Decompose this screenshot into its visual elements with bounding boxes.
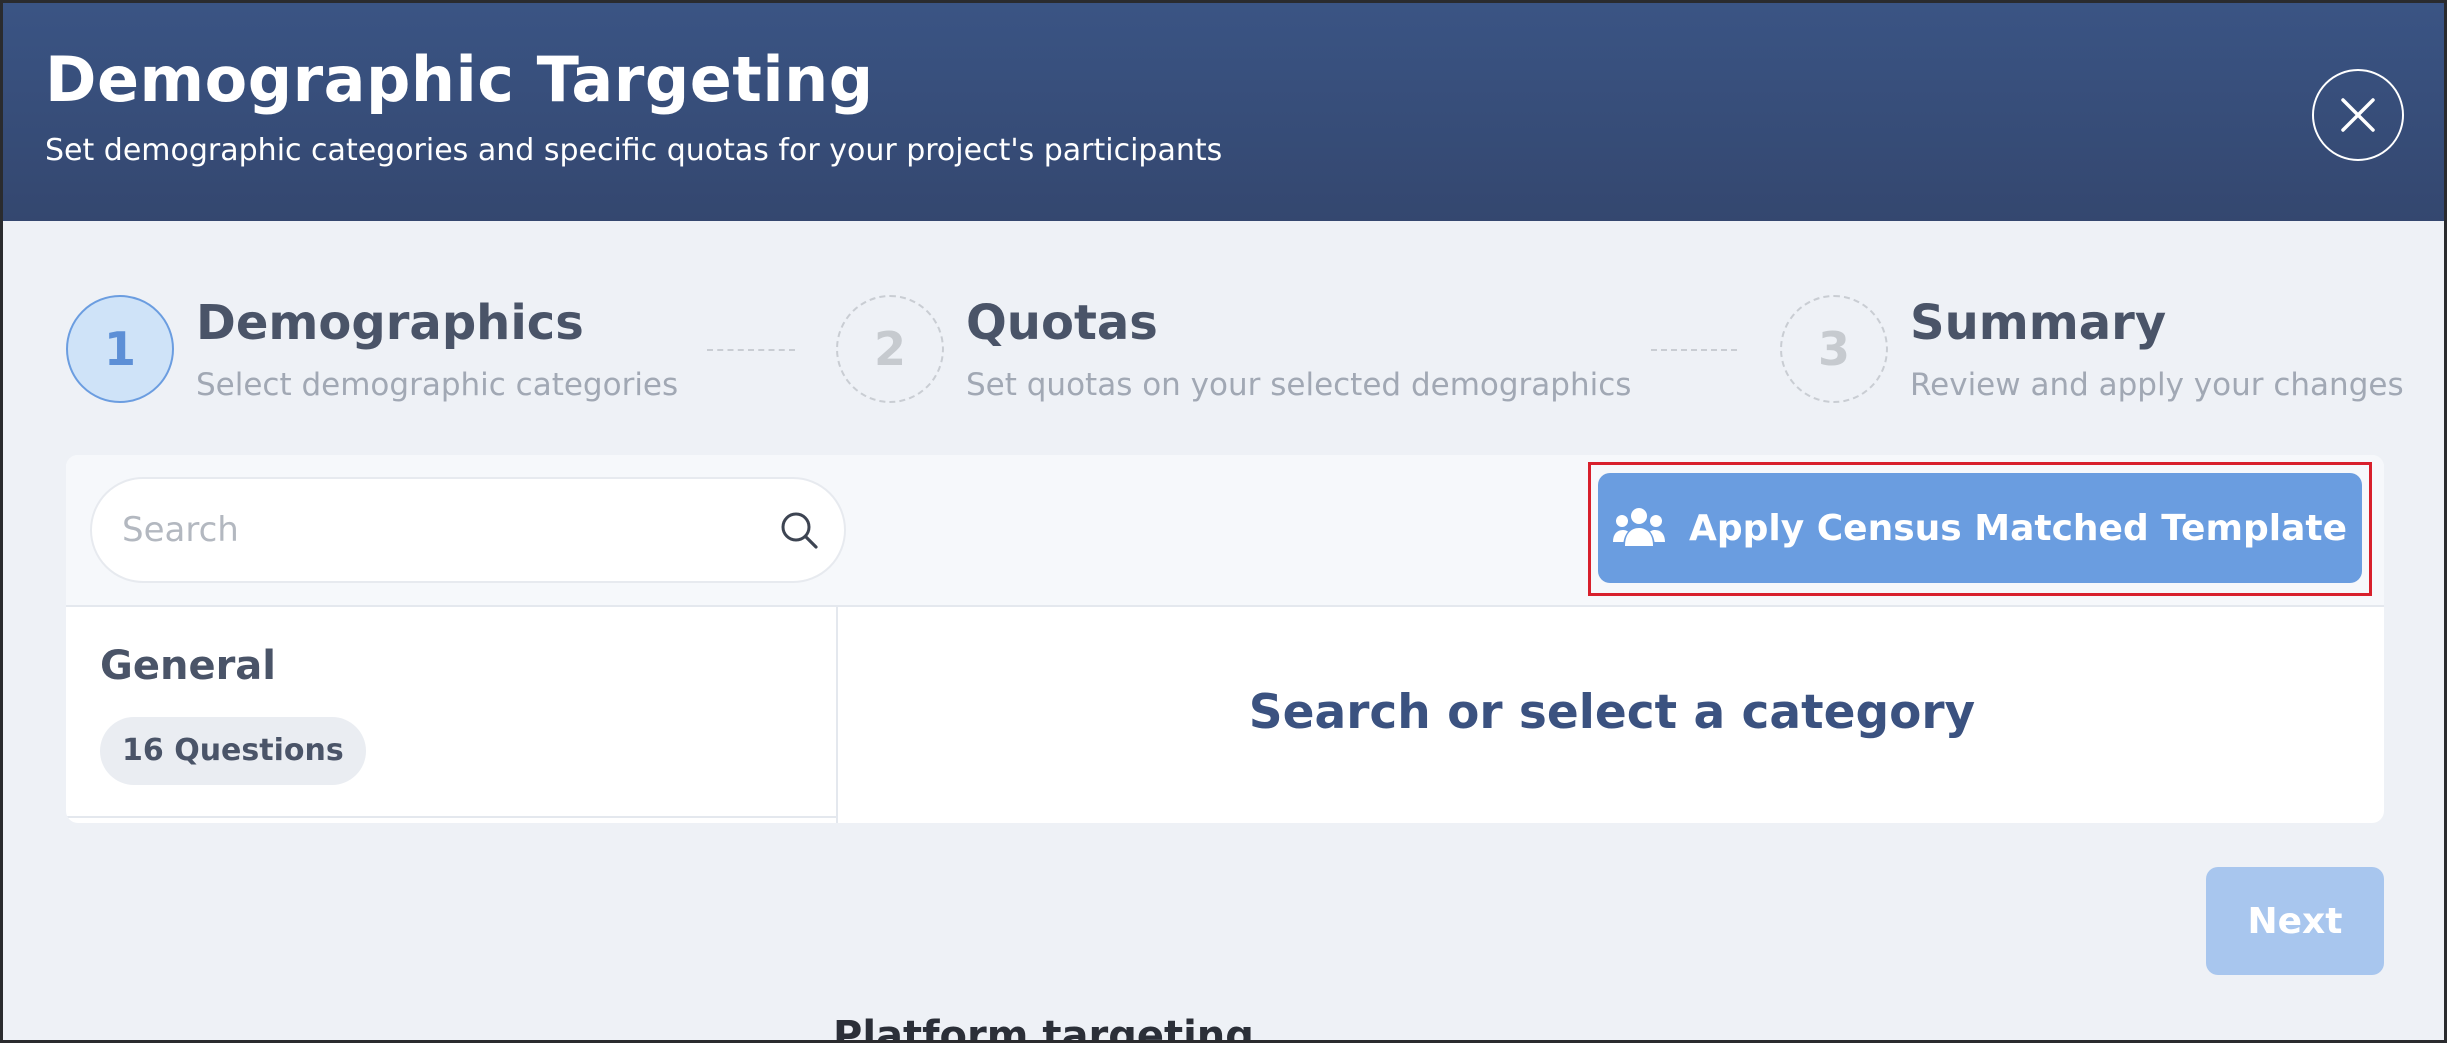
category-list: General 16 Questions	[66, 607, 838, 823]
empty-state-message: Search or select a category	[1248, 684, 1976, 740]
close-icon	[2341, 98, 2375, 132]
census-button-label: Apply Census Matched Template	[1689, 507, 2347, 549]
step-description: Select demographic categories	[196, 367, 679, 403]
search-input[interactable]	[122, 479, 742, 581]
panel-toolbar: Apply Census Matched Template	[66, 455, 2384, 607]
step-connector	[1651, 349, 1737, 351]
demographic-targeting-modal: Demographic Targeting Set demographic ca…	[0, 0, 2447, 1043]
step-number: 3	[1780, 295, 1888, 403]
modal-subtitle: Set demographic categories and specific …	[45, 133, 1223, 168]
question-count-badge: 16 Questions	[100, 717, 366, 785]
users-icon	[1613, 508, 1666, 546]
step-title: Quotas	[966, 295, 1158, 351]
step-connector	[707, 349, 795, 351]
step-title: Demographics	[196, 295, 584, 351]
modal-header: Demographic Targeting Set demographic ca…	[3, 3, 2444, 221]
next-button[interactable]: Next	[2206, 867, 2384, 975]
apply-census-template-button[interactable]: Apply Census Matched Template	[1598, 473, 2362, 583]
modal-title: Demographic Targeting	[45, 43, 874, 116]
category-panel: Apply Census Matched Template General 16…	[66, 455, 2384, 823]
category-item-general[interactable]: General 16 Questions	[66, 607, 836, 818]
close-button[interactable]	[2312, 69, 2404, 161]
step-number: 1	[66, 295, 174, 403]
step-title: Summary	[1910, 295, 2167, 351]
step-number: 2	[836, 295, 944, 403]
background-page-text: Platform targeting	[833, 1013, 1254, 1043]
category-name: General	[100, 643, 276, 689]
search-box[interactable]	[90, 477, 846, 583]
step-description: Set quotas on your selected demographics	[966, 367, 1632, 403]
step-description: Review and apply your changes	[1910, 367, 2404, 403]
search-icon[interactable]	[778, 509, 820, 551]
